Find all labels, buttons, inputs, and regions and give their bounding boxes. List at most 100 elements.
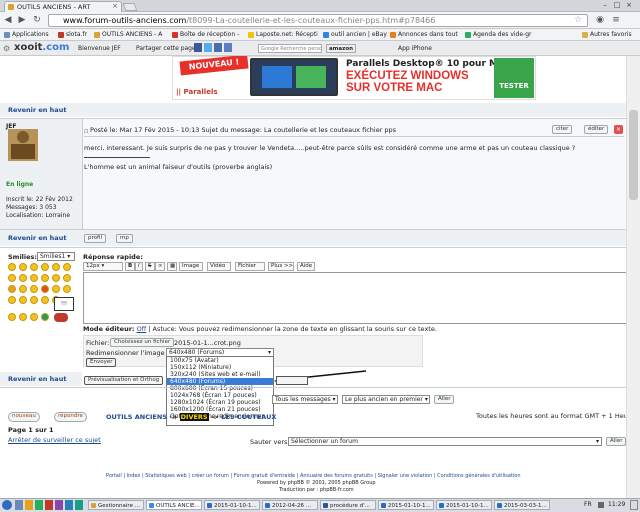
bookmark-item[interactable]: Applications	[4, 30, 49, 40]
share-page-link[interactable]: Partager cette page	[136, 44, 196, 53]
smiley-icon[interactable]	[19, 263, 27, 271]
ad-test-button[interactable]: TESTER	[494, 58, 534, 98]
smiley-icon[interactable]	[41, 296, 49, 304]
amazon-button[interactable]: amazon	[326, 44, 356, 53]
smiley-icon[interactable]	[8, 296, 16, 304]
smiley-icon[interactable]	[41, 263, 49, 271]
resize-option[interactable]: 150x112 (Miniature)	[167, 364, 273, 371]
strike-button[interactable]: S	[145, 262, 155, 271]
start-button[interactable]	[2, 500, 12, 510]
resize-option[interactable]: 320x240 (Sites web et e-mail)	[167, 371, 273, 378]
sort-order-select[interactable]: Le plus ancien en premier ▾	[342, 395, 430, 404]
close-window-icon[interactable]: ×	[624, 1, 634, 10]
italic-button[interactable]: I	[135, 262, 143, 271]
back-to-top-link[interactable]: Revenir en haut	[8, 375, 66, 383]
resize-option[interactable]: 1024x768 (Écran 17 pouces)	[167, 392, 273, 399]
reply-textarea[interactable]	[83, 272, 626, 324]
smiley-icon[interactable]	[52, 274, 60, 282]
smiley-icon[interactable]	[63, 285, 71, 293]
taskbar-item[interactable]: procédure d'...	[320, 500, 376, 510]
jump-go-button[interactable]: Aller	[606, 437, 626, 446]
language-indicator[interactable]: FR	[584, 501, 592, 508]
smiley-icon[interactable]	[41, 285, 49, 293]
profile-button[interactable]: profil	[84, 234, 106, 243]
smiley-icon[interactable]	[30, 274, 38, 282]
extension-icon[interactable]: ◉	[594, 14, 606, 26]
smiley-icon[interactable]	[30, 296, 38, 304]
email-icon[interactable]	[224, 43, 232, 52]
breadcrumb-link[interactable]: DIVERS	[179, 413, 209, 421]
bookmark-item[interactable]: Laposte.net: Récepti	[248, 30, 318, 40]
taskbar-item[interactable]: Gestionnaire ...	[88, 500, 144, 510]
show-desktop-button[interactable]	[630, 500, 638, 510]
forward-icon[interactable]: ▶	[16, 14, 28, 26]
smiley-icon[interactable]	[8, 285, 16, 293]
bookmark-item[interactable]: OUTILS ANCIENS - A	[94, 30, 162, 40]
reload-icon[interactable]: ↻	[31, 14, 43, 26]
car-smiley-icon[interactable]	[54, 313, 68, 322]
send-file-button[interactable]: Envoyer	[86, 358, 117, 367]
menu-icon[interactable]: ≡	[610, 14, 622, 26]
smiley-icon[interactable]	[30, 263, 38, 271]
bookmark-item[interactable]: Agenda des vide-gr	[465, 30, 532, 40]
smiley-icon[interactable]	[63, 274, 71, 282]
quote-button[interactable]: citer	[552, 125, 573, 134]
bookmark-item[interactable]: slota.fr	[58, 30, 87, 40]
bookmark-item[interactable]: Boîte de réception -	[172, 30, 239, 40]
quicklaunch-icon[interactable]	[65, 500, 73, 510]
app-iphone-link[interactable]: App iPhone	[398, 44, 432, 53]
taskbar-item[interactable]: 2015-01-10-1...	[378, 500, 434, 510]
resize-option[interactable]: 1280x1024 (Écran 19 pouces)	[167, 399, 273, 406]
smiley-icon[interactable]	[8, 263, 16, 271]
choose-file-button[interactable]: Choisissez un fichier	[110, 338, 175, 347]
delete-icon[interactable]: ×	[614, 125, 623, 134]
reply-button[interactable]: répondre	[54, 412, 87, 422]
bold-button[interactable]: B	[125, 262, 136, 271]
smiley-icon[interactable]	[52, 263, 60, 271]
bookmark-item[interactable]: outil ancien | eBay	[323, 30, 387, 40]
taskbar-item[interactable]: 2012-04-26 ...	[262, 500, 318, 510]
preview-button[interactable]: Prévisualisation et Orthog	[84, 376, 164, 385]
sort-go-button[interactable]: Aller	[434, 395, 455, 404]
back-to-top-link[interactable]: Revenir en haut	[8, 106, 66, 114]
scrollbar-thumb[interactable]	[629, 110, 638, 200]
more-button[interactable]: Plus >>	[268, 262, 294, 271]
back-to-top-link[interactable]: Revenir en haut	[8, 234, 66, 242]
share-icon[interactable]	[214, 43, 222, 52]
smiley-icon[interactable]	[19, 296, 27, 304]
url-input[interactable]: www.forum-outils-anciens.com/t8099-La-co…	[48, 14, 588, 27]
unwatch-topic-link[interactable]: Arrêter de surveiller ce sujet	[8, 436, 101, 444]
quicklaunch-icon[interactable]	[35, 500, 43, 510]
pm-button[interactable]: mp	[116, 234, 133, 243]
bookmark-item[interactable]: Annonces dans tout	[390, 30, 458, 40]
twitter-icon[interactable]	[204, 43, 212, 52]
facebook-icon[interactable]	[194, 43, 202, 52]
quicklaunch-icon[interactable]	[75, 500, 83, 510]
color-icon[interactable]: ▦	[167, 262, 177, 271]
google-search-input[interactable]: Google Recherche personnalisée	[258, 44, 322, 53]
smiley-icon[interactable]	[19, 285, 27, 293]
browser-tab[interactable]: OUTILS ANCIENS - ART ×	[4, 1, 122, 12]
tray-icon[interactable]	[598, 502, 604, 508]
smiley-icon[interactable]	[30, 313, 38, 321]
minimize-icon[interactable]: –	[600, 1, 610, 10]
smilies-select[interactable]: Smilies1 ▾	[37, 252, 75, 261]
xooit-logo[interactable]: xooit.com	[14, 42, 69, 53]
new-topic-button[interactable]: nouveau	[8, 412, 40, 422]
smiley-icon[interactable]	[8, 274, 16, 282]
smiley-icon[interactable]	[30, 285, 38, 293]
maximize-icon[interactable]: □	[612, 1, 622, 10]
taskbar-item[interactable]: 2015-03-03-1...	[494, 500, 550, 510]
breadcrumb-link[interactable]: OUTILS ANCIENS	[106, 413, 167, 421]
gear-icon[interactable]: ⚙	[3, 44, 10, 53]
smiley-icon[interactable]	[63, 263, 71, 271]
smiley-icon[interactable]	[41, 274, 49, 282]
resize-option[interactable]: 1600x1200 (Écran 21 pouces)	[167, 406, 273, 413]
font-size-select[interactable]: 12px ▾	[83, 262, 123, 271]
submit-button[interactable]	[276, 376, 308, 385]
quicklaunch-icon[interactable]	[45, 500, 53, 510]
edit-button[interactable]: éditer	[584, 125, 609, 134]
close-icon[interactable]: ×	[112, 2, 118, 10]
help-button[interactable]: Aide	[297, 262, 315, 271]
resize-option-selected[interactable]: 640x480 (Forums)	[167, 378, 273, 385]
